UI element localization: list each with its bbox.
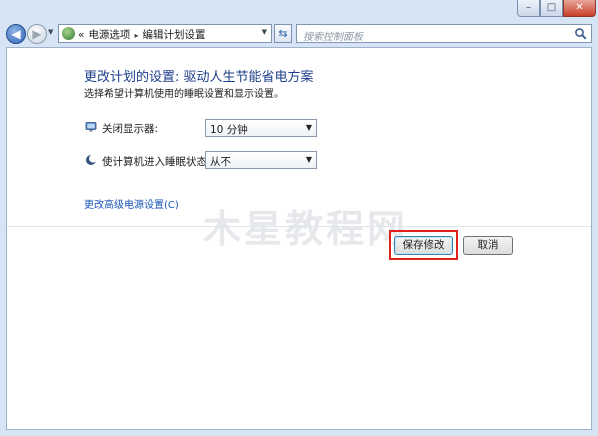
back-button[interactable]: ◀ bbox=[6, 24, 26, 44]
chevron-down-icon: ▼ bbox=[305, 123, 312, 132]
breadcrumb-item-edit-plan[interactable]: 编辑计划设置 bbox=[142, 29, 205, 41]
search-icon[interactable] bbox=[574, 27, 587, 40]
control-panel-icon bbox=[62, 27, 75, 40]
search-input[interactable]: 搜索控制面板 bbox=[296, 24, 592, 43]
sleep-moon-icon bbox=[86, 154, 97, 165]
sleep-value: 从不 bbox=[210, 156, 231, 168]
chevron-down-icon: ▼ bbox=[305, 155, 312, 164]
refresh-button[interactable]: ⇆ bbox=[274, 24, 292, 43]
sleep-label: 使计算机进入睡眠状态: bbox=[102, 156, 211, 168]
cancel-button[interactable]: 取消 bbox=[463, 236, 513, 255]
sleep-select[interactable]: 从不 ▼ bbox=[205, 151, 317, 169]
page-description: 选择希望计算机使用的睡眠设置和显示设置。 bbox=[84, 89, 284, 100]
search-placeholder: 搜索控制面板 bbox=[303, 32, 363, 43]
breadcrumb-separator[interactable]: ▸ bbox=[134, 31, 138, 40]
advanced-power-settings-link[interactable]: 更改高级电源设置(C) bbox=[84, 196, 179, 211]
address-bar[interactable]: « 电源选项 ▸ 编辑计划设置 ▼ bbox=[58, 24, 272, 43]
display-off-value: 10 分钟 bbox=[210, 124, 248, 136]
forward-button[interactable]: ▶ bbox=[27, 24, 47, 44]
breadcrumb-item-power-options[interactable]: 电源选项 bbox=[88, 29, 130, 41]
explorer-window: – □ ✕ ◀ ▶ ▼ « 电源选项 ▸ 编辑计划设置 ▼ ⇆ 搜索控制面板 更改计划… bbox=[0, 0, 598, 436]
page-title: 更改计划的设置: 驱动人生节能省电方案 bbox=[84, 70, 314, 85]
breadcrumb: « 电源选项 ▸ 编辑计划设置 bbox=[78, 27, 209, 42]
breadcrumb-overflow[interactable]: « bbox=[78, 29, 84, 41]
navigation-bar: ◀ ▶ ▼ « 电源选项 ▸ 编辑计划设置 ▼ ⇆ 搜索控制面板 bbox=[0, 22, 598, 46]
maximize-button[interactable]: □ bbox=[540, 0, 563, 17]
minimize-button[interactable]: – bbox=[517, 0, 540, 17]
title-bar: – □ ✕ bbox=[0, 0, 598, 22]
content-pane: 更改计划的设置: 驱动人生节能省电方案 选择希望计算机使用的睡眠设置和显示设置。… bbox=[6, 47, 592, 430]
recent-pages-dropdown[interactable]: ▼ bbox=[48, 28, 56, 36]
save-changes-button[interactable]: 保存修改 bbox=[394, 236, 453, 255]
display-off-label: 关闭显示器: bbox=[102, 123, 159, 135]
section-divider bbox=[7, 226, 591, 227]
close-button[interactable]: ✕ bbox=[563, 0, 596, 17]
address-dropdown-icon[interactable]: ▼ bbox=[262, 28, 267, 36]
monitor-icon bbox=[85, 122, 97, 132]
display-off-select[interactable]: 10 分钟 ▼ bbox=[205, 119, 317, 137]
